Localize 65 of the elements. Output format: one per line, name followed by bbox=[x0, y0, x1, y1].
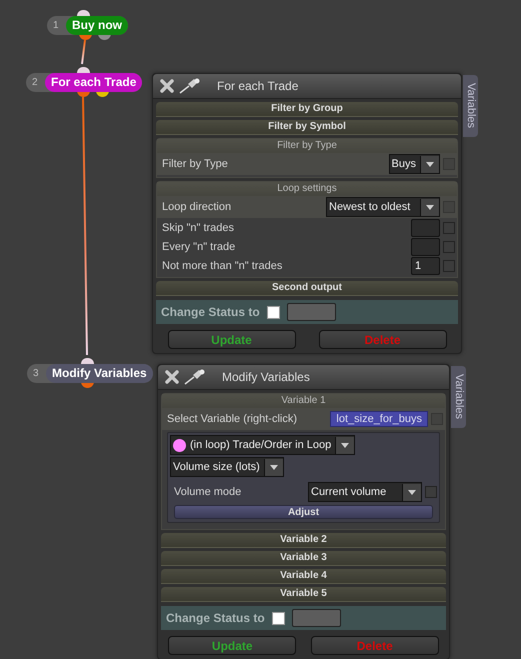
caret-icon bbox=[420, 198, 439, 216]
update-button[interactable]: Update bbox=[168, 636, 296, 655]
dropdown[interactable]: (in loop) Trade/Order in Loop bbox=[170, 435, 356, 455]
dropdown[interactable]: Buys bbox=[388, 154, 440, 174]
row-label: Select Variable (right-click) bbox=[167, 413, 298, 425]
adjust-button[interactable]: Adjust bbox=[174, 505, 433, 519]
caret-icon bbox=[264, 458, 283, 476]
checkbox[interactable] bbox=[272, 612, 285, 624]
number-field[interactable] bbox=[411, 238, 440, 256]
row-label: Filter by Type bbox=[162, 158, 228, 170]
input-port[interactable] bbox=[77, 10, 90, 16]
section-header[interactable]: Variable 4 bbox=[161, 569, 446, 584]
caret-icon bbox=[420, 156, 439, 172]
section-header[interactable]: Second output bbox=[156, 281, 458, 296]
panel-title: For each Trade bbox=[217, 79, 298, 93]
section-header[interactable]: Filter by Group bbox=[156, 102, 458, 117]
input-port[interactable] bbox=[81, 358, 94, 364]
dropdown[interactable]: Volume size (lots) bbox=[170, 457, 284, 477]
status-label: Change Status to bbox=[161, 305, 260, 319]
dropdown[interactable]: Current volume bbox=[308, 482, 422, 502]
node-pill[interactable]: 2 For each Trade bbox=[26, 73, 142, 92]
node-label: Modify Variables bbox=[46, 364, 153, 383]
row-label: Every "n" trade bbox=[162, 240, 236, 252]
status-field[interactable] bbox=[286, 303, 336, 321]
panel-title: Modify Variables bbox=[222, 370, 310, 384]
row-label: Not more than "n" trades bbox=[162, 260, 282, 272]
checkbox[interactable] bbox=[266, 306, 280, 318]
node-number: 3 bbox=[33, 368, 40, 379]
caret-icon bbox=[402, 484, 421, 500]
section-header[interactable]: Filter by Symbol bbox=[156, 120, 458, 135]
node-pill[interactable]: 1 Buy now bbox=[47, 16, 128, 35]
section-header[interactable]: Variable 2 bbox=[161, 533, 446, 548]
node-number: 2 bbox=[32, 77, 39, 88]
checkbox[interactable] bbox=[443, 240, 455, 252]
pin-icon[interactable] bbox=[184, 369, 206, 385]
input-port[interactable] bbox=[77, 67, 90, 73]
row-label: Volume mode bbox=[174, 486, 242, 498]
section-header[interactable]: Variable 1 bbox=[162, 394, 445, 408]
variables-tab[interactable]: Variables bbox=[451, 366, 466, 428]
caret-icon bbox=[335, 436, 354, 454]
dropdown[interactable]: Newest to oldest bbox=[326, 197, 440, 217]
status-label: Change Status to bbox=[166, 611, 265, 625]
section-header[interactable]: Variable 5 bbox=[161, 587, 446, 602]
checkbox[interactable] bbox=[443, 222, 455, 234]
row-label: Skip "n" trades bbox=[162, 222, 234, 234]
variable-field[interactable]: lot_size_for_buys bbox=[330, 411, 428, 427]
number-field[interactable] bbox=[411, 218, 440, 236]
node-label: For each Trade bbox=[45, 73, 142, 92]
node-number: 1 bbox=[53, 20, 60, 31]
connector-line bbox=[81, 40, 86, 64]
variables-tab[interactable]: Variables bbox=[463, 75, 478, 137]
close-icon[interactable] bbox=[159, 78, 175, 94]
section-header[interactable]: Loop settings bbox=[157, 182, 457, 196]
number-field[interactable]: 1 bbox=[411, 256, 440, 274]
update-button[interactable]: Update bbox=[168, 330, 296, 349]
node-pill[interactable]: 3 Modify Variables bbox=[27, 364, 153, 383]
section-header[interactable]: Variable 3 bbox=[161, 551, 446, 566]
checkbox[interactable] bbox=[443, 260, 455, 272]
checkbox[interactable] bbox=[425, 486, 437, 498]
section-header[interactable]: Filter by Type bbox=[157, 139, 457, 153]
pin-icon[interactable] bbox=[179, 78, 201, 94]
close-icon[interactable] bbox=[164, 369, 180, 385]
node-label: Buy now bbox=[66, 16, 128, 35]
status-field[interactable] bbox=[292, 609, 341, 627]
row-label: Loop direction bbox=[162, 201, 232, 213]
